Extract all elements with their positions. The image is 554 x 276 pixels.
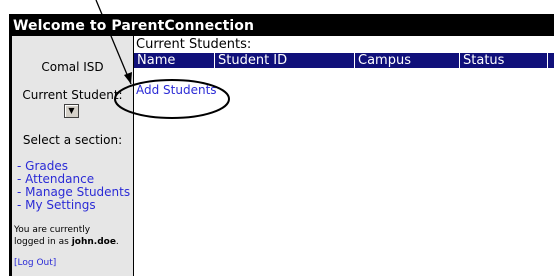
annotation-arrowhead — [124, 72, 132, 84]
annotation-overlay — [95, 0, 230, 119]
annotation-arrow-line — [95, 0, 132, 85]
highlight-ellipse — [114, 79, 230, 119]
